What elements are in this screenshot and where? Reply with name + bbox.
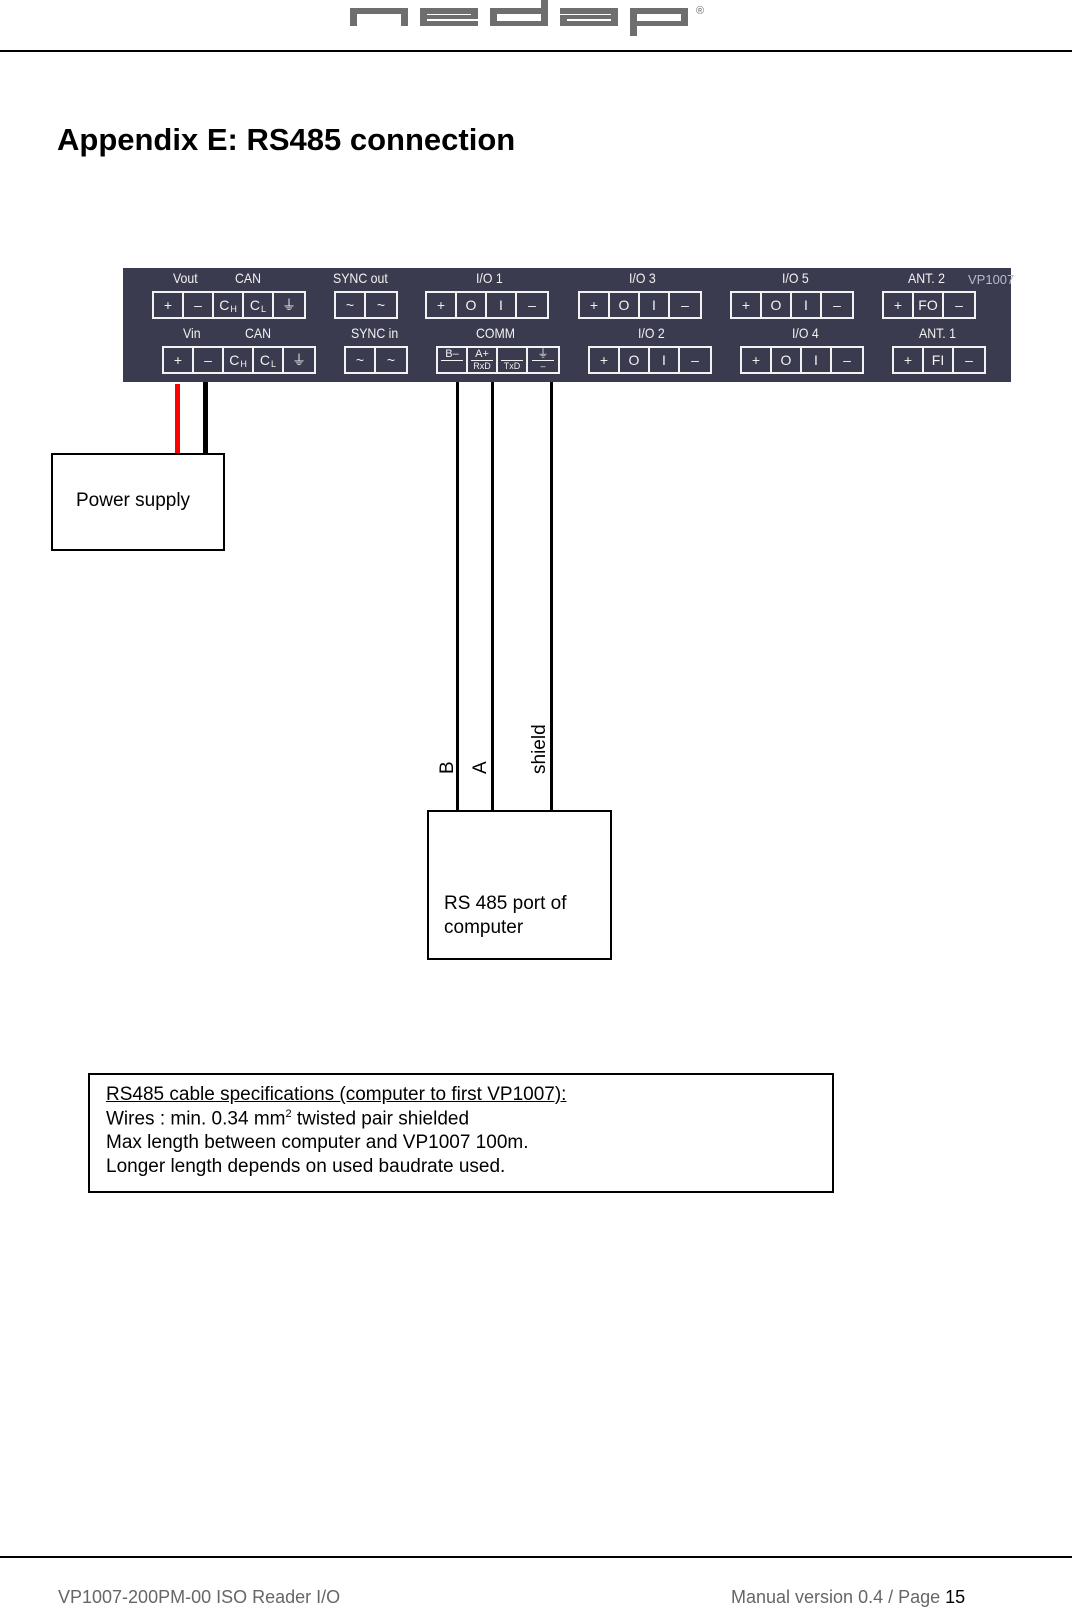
terminal: O bbox=[620, 348, 650, 372]
terminal-block-io2: + O I – bbox=[588, 346, 712, 374]
group-label-ant1: ANT. 1 bbox=[919, 325, 956, 341]
terminal: – bbox=[184, 293, 214, 317]
terminal: ~ bbox=[346, 348, 376, 372]
terminal: + bbox=[894, 348, 924, 372]
terminal-cl: CL bbox=[254, 348, 284, 372]
rs485-computer-box: RS 485 port of computer bbox=[427, 810, 612, 960]
rs485-box-label-line1: RS 485 port of bbox=[444, 893, 567, 914]
spec-title: RS485 cable specifications (computer to … bbox=[106, 1084, 567, 1105]
ground-icon: ⏚ bbox=[292, 352, 306, 368]
footer-divider bbox=[0, 1556, 1072, 1558]
terminal-txd: TxD bbox=[498, 348, 528, 372]
group-label-vin: Vin bbox=[183, 325, 201, 341]
power-supply-box: Power supply bbox=[51, 453, 225, 551]
terminal-ch: CH bbox=[224, 348, 254, 372]
group-label-io1: I/O 1 bbox=[476, 270, 503, 286]
terminal: I bbox=[802, 348, 832, 372]
page-number: 15 bbox=[945, 1587, 966, 1607]
cable-spec-box: RS485 cable specifications (computer to … bbox=[88, 1073, 834, 1193]
group-label-io2: I/O 2 bbox=[638, 325, 665, 341]
spec-max-length: Max length between computer and VP1007 1… bbox=[106, 1132, 529, 1153]
terminal-cl: CL bbox=[244, 293, 274, 317]
terminal-ground-minus: ⏚ – bbox=[528, 348, 558, 372]
group-label-sync-in: SYNC in bbox=[351, 325, 399, 341]
terminal-b-minus: B– bbox=[438, 348, 468, 372]
terminal-block-sync-out: ~ ~ bbox=[334, 291, 398, 319]
wire-label-shield: shield bbox=[529, 724, 550, 774]
terminal-a-plus-rxd: A+ RxD bbox=[468, 348, 498, 372]
power-wire-negative bbox=[203, 382, 208, 454]
terminal-block-io3: + O I – bbox=[578, 291, 702, 319]
wire-b bbox=[456, 382, 459, 810]
terminal: ~ bbox=[376, 297, 386, 313]
group-label-ant2: ANT. 2 bbox=[908, 270, 945, 286]
model-label: VP1007 bbox=[968, 272, 1015, 287]
ground-icon: ⏚ bbox=[282, 297, 296, 313]
group-label-comm: COMM bbox=[476, 325, 516, 341]
terminal-block-comm: B– A+ RxD TxD ⏚ – bbox=[436, 346, 560, 374]
terminal: I bbox=[650, 348, 680, 372]
terminal-block-vout-can: + – CH CL ⏚ bbox=[152, 291, 306, 319]
terminal: FI bbox=[924, 348, 954, 372]
terminal: + bbox=[164, 348, 194, 372]
page-title: Appendix E: RS485 connection bbox=[57, 122, 516, 157]
terminal: + bbox=[590, 348, 620, 372]
group-label-io4: I/O 4 bbox=[792, 325, 819, 341]
terminal: O bbox=[762, 293, 792, 317]
wire-a bbox=[491, 382, 494, 810]
terminal: ~ bbox=[336, 293, 366, 317]
terminal: I bbox=[487, 293, 517, 317]
terminal: + bbox=[884, 293, 914, 317]
spec-longer-length: Longer length depends on used baudrate u… bbox=[106, 1156, 506, 1177]
nedap-logo: ® bbox=[350, 0, 704, 36]
terminal-block-ant1: + FI – bbox=[892, 346, 986, 374]
terminal-block-io4: + O I – bbox=[740, 346, 864, 374]
terminal-block-sync-in: ~ ~ bbox=[344, 346, 408, 374]
terminal-block-vin-can: + – CH CL ⏚ bbox=[162, 346, 316, 374]
terminal: – bbox=[965, 352, 973, 368]
terminal: + bbox=[742, 348, 772, 372]
header-divider bbox=[0, 50, 1072, 52]
terminal-ch: CH bbox=[214, 293, 244, 317]
group-label-sync-out: SYNC out bbox=[333, 270, 388, 286]
footer-version: Manual version 0.4 / Page 15 bbox=[731, 1587, 966, 1607]
terminal: – bbox=[955, 297, 963, 313]
group-label-can-top: CAN bbox=[235, 270, 262, 286]
terminal: – bbox=[528, 297, 536, 313]
power-supply-label: Power supply bbox=[76, 490, 191, 511]
terminal: FO bbox=[914, 293, 944, 317]
terminal: O bbox=[457, 293, 487, 317]
terminal: ~ bbox=[386, 352, 396, 368]
group-label-io3: I/O 3 bbox=[629, 270, 656, 286]
wire-label-b: B bbox=[437, 761, 458, 774]
terminal: – bbox=[194, 348, 224, 372]
wire-label-a: A bbox=[470, 761, 491, 774]
group-label-vout: Vout bbox=[173, 270, 198, 286]
group-label-can-bottom: CAN bbox=[245, 325, 272, 341]
terminal-block-io1: + O I – bbox=[425, 291, 549, 319]
terminal: – bbox=[833, 297, 841, 313]
terminal: + bbox=[580, 293, 610, 317]
terminal: I bbox=[792, 293, 822, 317]
terminal: + bbox=[154, 293, 184, 317]
terminal: O bbox=[610, 293, 640, 317]
terminal-block-io5: + O I – bbox=[730, 291, 854, 319]
spec-wires: Wires : min. 0.34 mm2 twisted pair shiel… bbox=[106, 1108, 470, 1130]
terminal-panel: VP1007 Vout CAN + – CH CL ⏚ SYNC out ~ ~… bbox=[123, 268, 1015, 382]
terminal: – bbox=[691, 352, 699, 368]
terminal: I bbox=[640, 293, 670, 317]
registered-mark: ® bbox=[696, 5, 704, 17]
terminal: O bbox=[772, 348, 802, 372]
rs485-box-label-line2: computer bbox=[444, 917, 524, 938]
terminal-block-ant2: + FO – bbox=[882, 291, 976, 319]
terminal: + bbox=[732, 293, 762, 317]
power-wire-positive bbox=[175, 384, 180, 454]
terminal: – bbox=[843, 352, 851, 368]
terminal: – bbox=[681, 297, 689, 313]
footer-document-name: VP1007-200PM-00 ISO Reader I/O bbox=[58, 1587, 341, 1607]
terminal: + bbox=[427, 293, 457, 317]
group-label-io5: I/O 5 bbox=[782, 270, 809, 286]
